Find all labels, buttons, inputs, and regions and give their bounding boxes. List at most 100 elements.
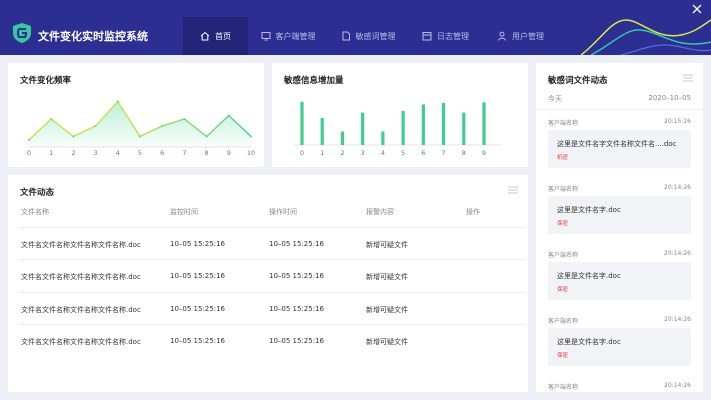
table-row[interactable]: 文件名文件名称文件名称文件名称.doc 10–05 15:25:16 10–05… <box>20 292 525 324</box>
cell-operation-time: 10–05 15:25:16 <box>269 272 324 280</box>
table-row[interactable]: 文件名文件名称文件名称文件名称.doc 10–05 15:25:16 10–05… <box>20 259 525 291</box>
nav-label: 首页 <box>215 31 231 41</box>
cell-operation-time: 10–05 15:25:16 <box>269 305 324 313</box>
menu-icon[interactable] <box>683 74 693 82</box>
x-tick-label: 6 <box>421 149 425 157</box>
message-meta: 客户端名称 20:15:26 <box>548 118 691 127</box>
nav-sensitive-words[interactable]: 敏感词管理 <box>328 17 408 55</box>
shield-logo-icon <box>13 23 31 43</box>
nav-user-management[interactable]: 用户管理 <box>483 17 558 55</box>
monitor-icon <box>261 31 271 41</box>
bar <box>300 101 304 145</box>
cell-alert-content: 新增可疑文件 <box>366 338 408 346</box>
x-tick-label: 1 <box>49 149 53 157</box>
secret-level-tag: 保密 <box>557 353 569 359</box>
cell-file-name: 文件名文件名称文件名称文件名称.doc <box>21 273 141 281</box>
file-activity-card: 文件动态 文件名称 监控时间 操作时间 报警内容 操作 文件名文件名称文件名称文… <box>8 175 528 392</box>
message-time: 20:14:26 <box>664 382 691 389</box>
data-point <box>28 139 30 141</box>
nav-label: 日志管理 <box>437 31 469 41</box>
secret-level-tag: 机密 <box>557 155 569 161</box>
card-title: 敏感词文件动态 <box>548 76 608 86</box>
file-name-text: 这里是文件名字.doc <box>557 272 621 280</box>
bar <box>421 104 425 145</box>
cell-alert-content: 新增可疑文件 <box>366 241 408 249</box>
message-meta: 客户端名称 20:14:26 <box>548 316 691 325</box>
nav-log-management[interactable]: 日志管理 <box>408 17 483 55</box>
divider <box>536 109 703 110</box>
x-tick-label: 7 <box>441 149 445 157</box>
data-point <box>94 125 97 127</box>
data-point <box>250 135 252 138</box>
bar <box>361 112 365 145</box>
table-row[interactable]: 文件名文件名称文件名称文件名称.doc 10–05 15:25:16 10–05… <box>20 227 525 259</box>
user-icon <box>497 31 507 41</box>
data-point <box>161 125 164 127</box>
x-tick-label: 5 <box>138 149 142 157</box>
x-tick-label: 6 <box>160 149 164 157</box>
nav-client-management[interactable]: 客户端管理 <box>248 17 328 55</box>
nav-home[interactable]: 首页 <box>183 17 248 55</box>
file-change-frequency-card: 文件变化频率 0 1 2 3 4 5 6 7 8 9 10 <box>8 63 264 167</box>
data-point <box>116 100 119 103</box>
message-bubble: 这里是文件名字文件名称文件名....doc 机密 <box>548 130 691 168</box>
nav-label: 用户管理 <box>512 31 544 41</box>
x-tick-label: 2 <box>340 149 344 157</box>
cell-alert-content: 新增可疑文件 <box>366 273 408 281</box>
message-time: 20:14:26 <box>664 316 691 323</box>
cell-monitor-time: 10–05 15:25:16 <box>170 305 225 313</box>
cell-operation-time: 10–05 15:25:16 <box>269 240 324 248</box>
column-header: 文件名称 <box>21 208 49 216</box>
nav-label: 敏感词管理 <box>355 31 396 41</box>
today-row: 今天 2020–10–05 <box>548 94 691 104</box>
x-tick-label: 7 <box>182 149 186 157</box>
message-meta: 客户端名称 20:14:26 <box>548 382 691 391</box>
top-header: 文件变化实时监控系统 首页 客户端管理 敏感词管理 日志管理 用户管理 <box>0 0 711 55</box>
cell-monitor-time: 10–05 15:25:16 <box>170 337 225 345</box>
x-tick-label: 4 <box>116 149 120 157</box>
sensitive-file-activity-card: 敏感词文件动态 今天 2020–10–05 客户端名称 20:15:26 这里是… <box>536 63 703 392</box>
data-point <box>205 135 208 138</box>
client-name: 客户端名称 <box>548 252 579 259</box>
message-time: 20:14:26 <box>664 184 691 191</box>
x-tick-label: 1 <box>320 149 324 157</box>
frequency-line-chart: 0 1 2 3 4 5 6 7 8 9 10 <box>27 100 255 157</box>
data-point <box>72 135 75 138</box>
menu-icon[interactable] <box>508 186 518 194</box>
x-tick-label: 8 <box>462 149 466 157</box>
table-row[interactable]: 文件名文件名称文件名称文件名称.doc 10–05 15:25:16 10–05… <box>20 324 525 356</box>
x-tick-label: 9 <box>482 149 486 157</box>
table-header: 文件名称 监控时间 操作时间 报警内容 操作 <box>20 207 525 219</box>
message-meta: 客户端名称 20:14:26 <box>548 250 691 259</box>
column-header: 报警内容 <box>366 208 394 216</box>
client-name: 客户端名称 <box>548 384 579 391</box>
bar <box>482 102 486 145</box>
message-bubble: 这里是文件名字.doc 保密 <box>548 196 691 234</box>
today-label: 今天 <box>548 95 562 103</box>
message-time: 20:15:26 <box>664 118 691 125</box>
file-name-text: 这里是文件名字.doc <box>557 338 621 346</box>
data-point <box>227 114 230 117</box>
close-icon[interactable] <box>691 3 703 15</box>
home-icon <box>200 31 210 41</box>
x-tick-label: 2 <box>71 149 75 157</box>
area-fill <box>29 101 251 147</box>
column-header: 监控时间 <box>170 208 198 216</box>
cell-alert-content: 新增可疑文件 <box>366 306 408 314</box>
file-name-text: 这里是文件名字文件名称文件名....doc <box>557 140 677 148</box>
message-time: 20:14:26 <box>664 250 691 257</box>
data-point <box>50 118 53 120</box>
x-tick-label: 3 <box>94 149 98 157</box>
increase-bar-chart: 0 1 2 3 4 5 6 7 8 9 <box>294 101 502 157</box>
cell-monitor-time: 10–05 15:25:16 <box>170 272 225 280</box>
x-tick-label: 0 <box>300 149 304 157</box>
client-name: 客户端名称 <box>548 186 579 193</box>
message-meta: 客户端名称 20:14:26 <box>548 184 691 193</box>
document-icon <box>341 31 351 41</box>
bar <box>462 112 466 145</box>
column-header: 操作时间 <box>269 208 297 216</box>
cell-file-name: 文件名文件名称文件名称文件名称.doc <box>21 241 141 249</box>
cell-file-name: 文件名文件名称文件名称文件名称.doc <box>21 338 141 346</box>
file-name-text: 这里是文件名字.doc <box>557 206 621 214</box>
cell-monitor-time: 10–05 15:25:16 <box>170 240 225 248</box>
